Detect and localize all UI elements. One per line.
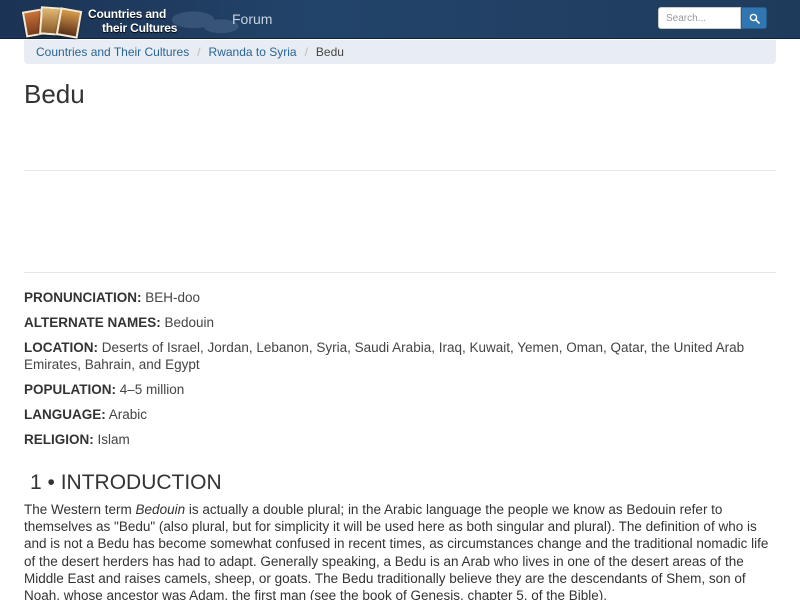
section-heading-introduction: 1 • INTRODUCTION <box>30 471 222 494</box>
introduction-paragraph: The Western term Bedouin is actually a d… <box>24 502 769 600</box>
search-button[interactable] <box>741 7 767 29</box>
search-icon <box>749 13 760 24</box>
fact-location: LOCATION: Deserts of Israel, Jordan, Leb… <box>24 340 745 372</box>
breadcrumb-link-countries[interactable]: Countries and Their Cultures <box>36 45 189 59</box>
breadcrumb-separator: / <box>304 45 308 59</box>
divider <box>24 170 776 171</box>
search-input[interactable] <box>658 7 741 29</box>
breadcrumb-current: Bedu <box>315 45 344 59</box>
fact-language: LANGUAGE: Arabic <box>24 407 148 422</box>
breadcrumb-link-rwanda-to-syria[interactable]: Rwanda to Syria <box>209 45 297 59</box>
logo-text: Countries and their Cultures <box>88 7 177 35</box>
quick-facts: PRONUNCIATION: BEH-doo ALTERNATE NAMES: … <box>24 289 776 456</box>
logo-line-1: Countries and <box>88 7 167 21</box>
fact-alternate-names: ALTERNATE NAMES: Bedouin <box>24 315 215 330</box>
logo-line-2: their Cultures <box>102 21 178 35</box>
fact-pronunciation: PRONUNCIATION: BEH-doo <box>24 290 201 305</box>
breadcrumb-separator: / <box>197 45 201 59</box>
nav-link-forum[interactable]: Forum <box>232 11 272 27</box>
logo-photos-icon <box>21 4 86 40</box>
breadcrumb: Countries and Their Cultures / Rwanda to S… <box>24 40 776 64</box>
navbar: Countries and their Cultures Forum <box>0 0 800 39</box>
site-logo[interactable]: Countries and their Cultures <box>21 4 242 40</box>
page-title: Bedu <box>24 79 85 109</box>
fact-population: POPULATION: 4–5 million <box>24 382 185 397</box>
fact-religion: RELIGION: Islam <box>24 432 130 447</box>
divider <box>24 272 776 273</box>
